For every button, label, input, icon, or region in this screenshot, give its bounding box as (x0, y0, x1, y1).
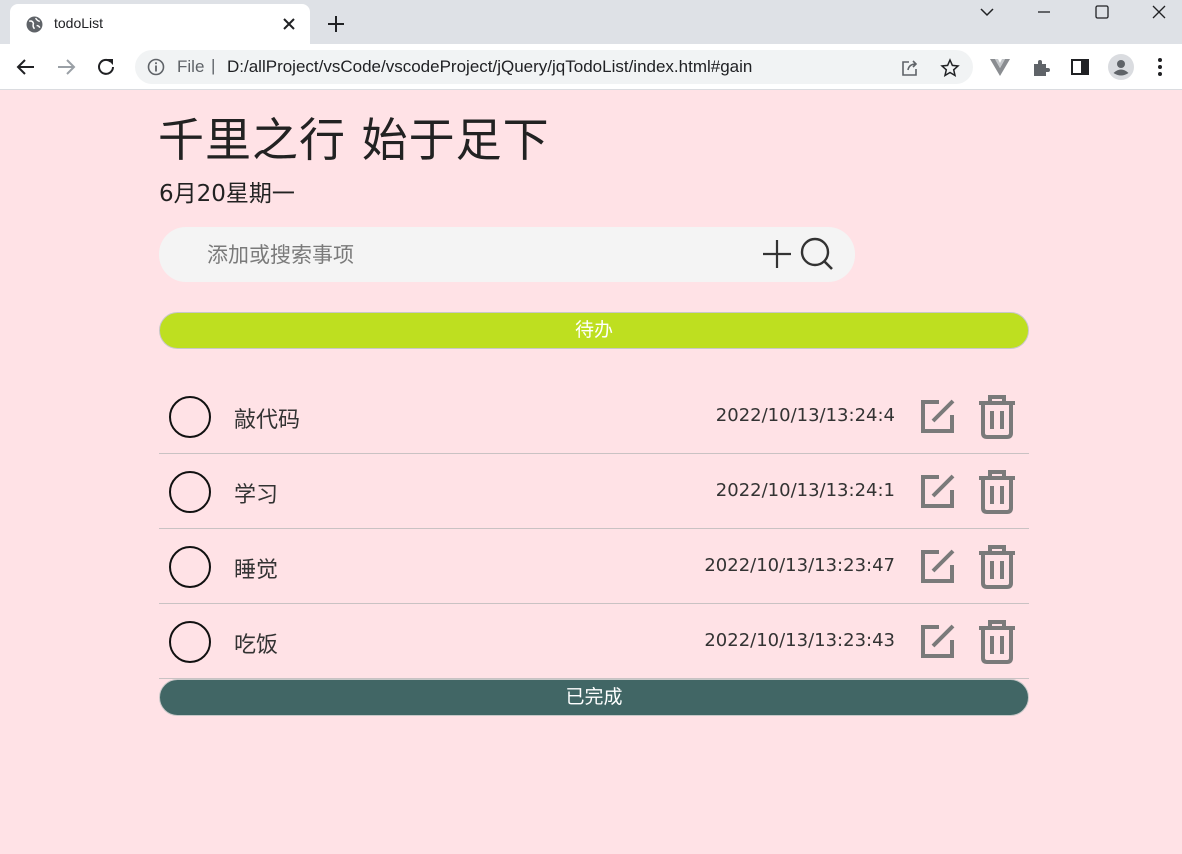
profile-avatar-icon[interactable] (1108, 54, 1134, 80)
edit-icon[interactable] (919, 472, 957, 510)
edit-icon[interactable] (919, 397, 957, 435)
edit-icon[interactable] (919, 622, 957, 660)
share-icon[interactable] (900, 58, 920, 78)
extensions-puzzle-icon[interactable] (1030, 56, 1052, 78)
side-panel-icon[interactable] (1069, 56, 1091, 78)
back-arrow-icon[interactable] (15, 56, 37, 78)
edit-icon[interactable] (919, 547, 957, 585)
url-text[interactable]: D:/allProject/vsCode/vscodeProject/jQuer… (227, 57, 752, 77)
complete-checkbox[interactable] (169, 471, 211, 513)
todo-timestamp: 2022/10/13/13:24:1 (715, 480, 895, 501)
trash-icon[interactable] (977, 620, 1017, 664)
globe-icon (26, 16, 43, 33)
todo-timestamp: 2022/10/13/13:23:47 (704, 555, 895, 576)
page-date: 6月20星期一 (159, 181, 295, 207)
search-bar (159, 227, 855, 282)
complete-checkbox[interactable] (169, 546, 211, 588)
todo-text[interactable]: 吃饭 (234, 627, 278, 659)
chevron-down-icon[interactable] (977, 2, 997, 22)
todo-item: 睡觉 2022/10/13/13:23:47 (159, 529, 1029, 604)
plus-icon[interactable] (761, 238, 793, 270)
forward-arrow-icon[interactable] (55, 56, 77, 78)
trash-icon[interactable] (977, 545, 1017, 589)
close-tab-icon[interactable] (281, 16, 297, 32)
page-title: 千里之行 始于足下 (158, 113, 550, 167)
browser-tab[interactable]: todoList (10, 4, 310, 44)
maximize-icon[interactable] (1092, 2, 1112, 22)
todo-item: 吃饭 2022/10/13/13:23:43 (159, 604, 1029, 679)
url-separator: | (211, 56, 216, 75)
todo-timestamp: 2022/10/13/13:23:43 (704, 630, 895, 651)
new-tab-icon[interactable] (326, 14, 346, 34)
todo-text[interactable]: 睡觉 (234, 552, 278, 584)
tab-title: todoList (54, 15, 104, 31)
search-icon[interactable] (799, 236, 835, 272)
minimize-icon[interactable] (1034, 2, 1054, 22)
browser-tabstrip: todoList (0, 0, 1182, 44)
complete-checkbox[interactable] (169, 396, 211, 438)
todo-text[interactable]: 敲代码 (234, 402, 300, 434)
url-scheme: File (177, 57, 205, 76)
done-section-header[interactable]: 已完成 (159, 679, 1029, 716)
browser-toolbar: File | D:/allProject/vsCode/vscodeProjec… (0, 44, 1182, 90)
reload-icon[interactable] (95, 56, 117, 78)
todo-item: 敲代码 2022/10/13/13:24:4 (159, 379, 1029, 454)
trash-icon[interactable] (977, 470, 1017, 514)
todo-section-header[interactable]: 待办 (159, 312, 1029, 349)
todo-text[interactable]: 学习 (234, 477, 278, 509)
todo-list: 敲代码 2022/10/13/13:24:4 学习 2022/10/13/13:… (159, 379, 1029, 679)
trash-icon[interactable] (977, 395, 1017, 439)
search-input[interactable] (207, 237, 747, 273)
bookmark-star-icon[interactable] (940, 58, 960, 78)
info-icon[interactable] (147, 58, 165, 76)
more-menu-icon[interactable] (1149, 56, 1171, 78)
complete-checkbox[interactable] (169, 621, 211, 663)
vue-devtools-icon[interactable] (989, 56, 1011, 78)
todo-item: 学习 2022/10/13/13:24:1 (159, 454, 1029, 529)
todo-timestamp: 2022/10/13/13:24:4 (715, 405, 895, 426)
address-bar[interactable]: File | D:/allProject/vsCode/vscodeProjec… (135, 50, 973, 84)
close-window-icon[interactable] (1149, 2, 1169, 22)
